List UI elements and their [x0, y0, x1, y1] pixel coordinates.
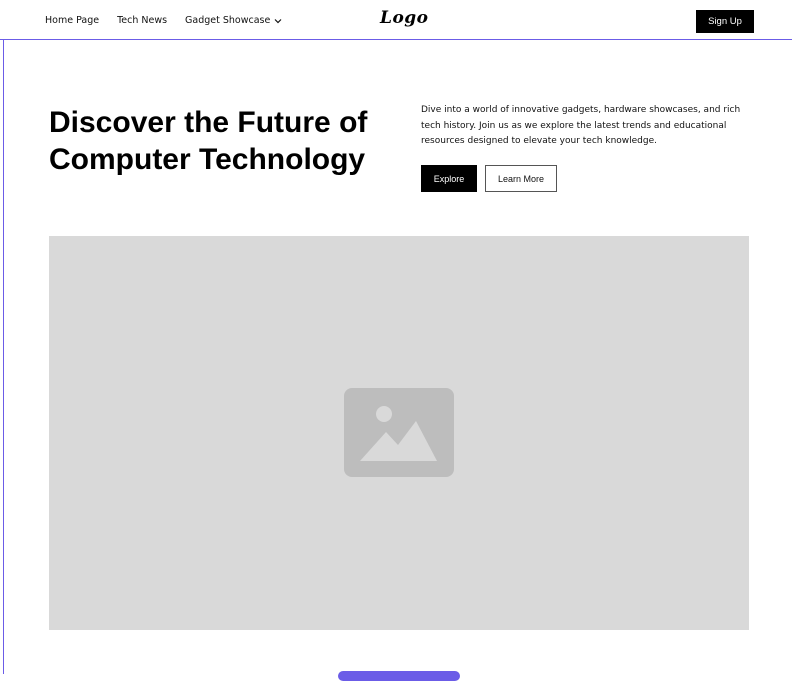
hero-title: Discover the Future of Computer Technolo…: [49, 106, 368, 176]
nav-gadget-showcase-dropdown[interactable]: Gadget Showcase: [185, 15, 282, 26]
explore-button[interactable]: Explore: [421, 165, 477, 192]
hero-image-placeholder: [49, 236, 749, 630]
bottom-accent-element: [338, 671, 460, 681]
nav-tech-news-link[interactable]: Tech News: [117, 15, 167, 26]
sign-up-button[interactable]: Sign Up: [696, 10, 754, 33]
image-placeholder-icon: [344, 388, 454, 477]
nav-gadget-showcase-label: Gadget Showcase: [185, 15, 271, 26]
learn-more-button[interactable]: Learn More: [485, 165, 557, 192]
hero-description: Dive into a world of innovative gadgets,…: [421, 105, 741, 146]
nav-links: Home Page Tech News Gadget Showcase: [45, 15, 282, 26]
left-border-line: [3, 40, 4, 674]
chevron-down-icon: [274, 18, 282, 23]
nav-home-link[interactable]: Home Page: [45, 15, 99, 26]
site-logo[interactable]: Logo: [380, 8, 429, 28]
top-navbar: Home Page Tech News Gadget Showcase Logo…: [0, 0, 792, 40]
